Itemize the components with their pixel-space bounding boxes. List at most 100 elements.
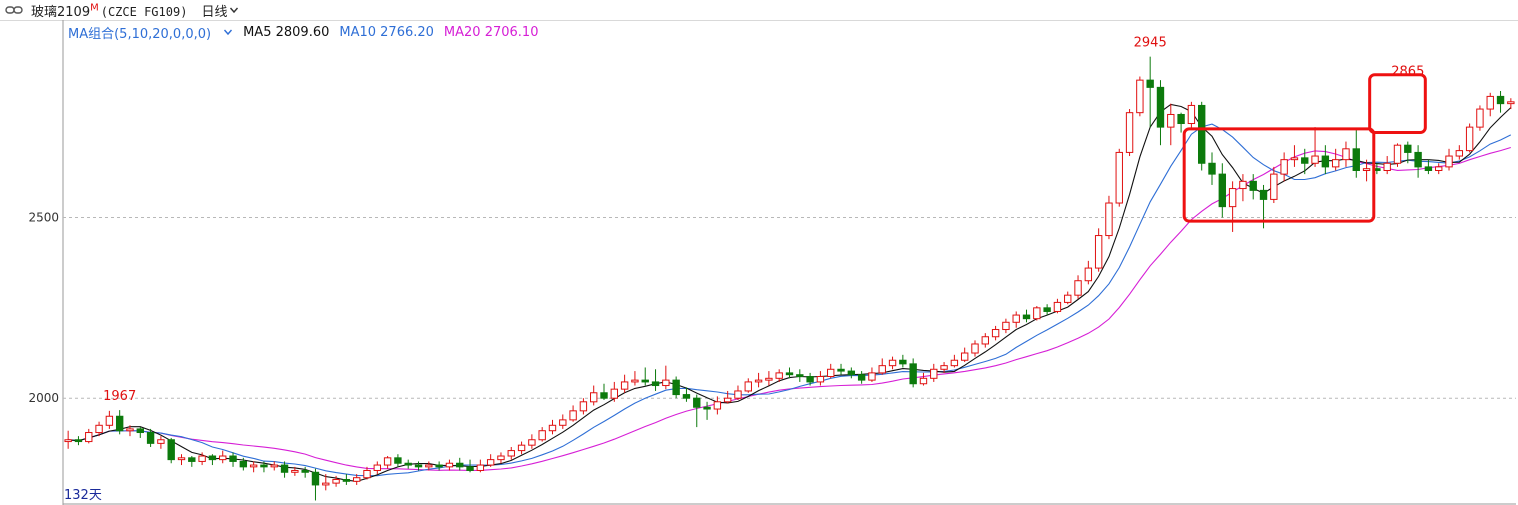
- candle: [188, 456, 196, 467]
- candle: [610, 381, 619, 402]
- candle-body: [1187, 104, 1196, 125]
- candle: [1321, 145, 1330, 175]
- candle: [981, 333, 989, 348]
- candle-body: [394, 457, 402, 464]
- candle: [734, 385, 742, 400]
- candle: [837, 363, 845, 375]
- candle: [1476, 105, 1484, 131]
- candle-body: [1012, 314, 1020, 323]
- candle-body: [1352, 148, 1360, 171]
- candle-body: [1043, 307, 1051, 312]
- candle-body: [1064, 294, 1072, 303]
- candle: [1064, 291, 1072, 305]
- candle-body: [765, 377, 773, 381]
- candle: [1280, 152, 1288, 182]
- candle-body: [641, 379, 649, 383]
- candle: [1033, 306, 1041, 321]
- candle-body: [847, 370, 856, 376]
- candle: [672, 376, 680, 399]
- candle: [280, 461, 289, 478]
- candle-body: [229, 455, 237, 462]
- candle-body: [1074, 280, 1082, 296]
- candle-body: [590, 392, 598, 403]
- candle-body: [1259, 189, 1268, 200]
- candle-body: [105, 415, 114, 426]
- candle-body: [940, 365, 948, 370]
- candle: [1496, 90, 1505, 113]
- candle-body: [85, 432, 93, 443]
- candle-body: [517, 444, 526, 452]
- candle-body: [363, 469, 371, 479]
- candle: [383, 456, 392, 469]
- candlestick-chart[interactable]: 25002000132天 1967171729452865: [0, 0, 1518, 505]
- candle: [744, 378, 752, 393]
- candle: [1455, 145, 1464, 160]
- candle-body: [662, 379, 670, 387]
- candle-body: [723, 397, 732, 403]
- candle: [404, 459, 412, 469]
- candle-body: [950, 359, 959, 367]
- candle-body: [1321, 155, 1330, 168]
- candle-body: [744, 381, 752, 392]
- candle-body: [507, 450, 515, 457]
- candle-body: [600, 392, 608, 399]
- candle-body: [249, 464, 258, 468]
- candle: [765, 371, 773, 386]
- candle-body: [796, 374, 804, 378]
- candle: [1311, 127, 1319, 167]
- candle: [1022, 309, 1031, 323]
- candle: [930, 363, 938, 382]
- candle: [517, 441, 526, 455]
- candle: [1012, 311, 1020, 328]
- candle-body: [579, 401, 588, 412]
- candle-body: [425, 464, 433, 468]
- candle: [1156, 80, 1165, 146]
- candle-body: [1311, 155, 1319, 164]
- candle-body: [1115, 151, 1123, 204]
- candle-body: [95, 424, 103, 434]
- candle-body: [1208, 162, 1216, 175]
- candle-body: [1177, 113, 1185, 125]
- candle-body: [64, 439, 72, 443]
- candle-body: [1486, 95, 1494, 110]
- candle: [590, 385, 598, 406]
- candle-body: [188, 457, 196, 462]
- candle: [115, 410, 124, 435]
- candle-body: [981, 336, 989, 345]
- candle: [476, 459, 485, 473]
- candle-body: [383, 457, 392, 466]
- candle-body: [1342, 148, 1350, 161]
- candle-body: [806, 376, 814, 383]
- candle: [1105, 195, 1113, 240]
- candle-body: [1228, 188, 1237, 208]
- candle-body: [1033, 307, 1041, 320]
- candle: [1352, 128, 1360, 178]
- candle-body: [775, 372, 783, 379]
- candle: [827, 363, 835, 379]
- candle: [136, 427, 144, 438]
- candle-body: [1002, 321, 1010, 331]
- candle-body: [322, 482, 330, 486]
- candle-body: [1270, 173, 1278, 200]
- candle: [816, 371, 825, 386]
- candle: [960, 347, 969, 363]
- candle: [693, 394, 701, 428]
- candle-body: [651, 381, 660, 387]
- candle: [1115, 148, 1123, 207]
- candle: [270, 461, 278, 471]
- candle: [435, 461, 443, 471]
- candle: [662, 365, 670, 390]
- candle: [1331, 148, 1340, 171]
- candle: [85, 428, 93, 444]
- candle-body: [1362, 168, 1371, 171]
- candle: [394, 454, 402, 467]
- candle: [600, 383, 608, 400]
- candle-body: [1022, 314, 1031, 320]
- annotation-layer: 1967171729452865: [103, 36, 1424, 404]
- candle-body: [301, 469, 309, 473]
- candle-body: [414, 464, 423, 468]
- candle-body: [270, 464, 278, 468]
- candle: [971, 340, 979, 357]
- candle: [888, 356, 897, 370]
- candle: [620, 374, 629, 393]
